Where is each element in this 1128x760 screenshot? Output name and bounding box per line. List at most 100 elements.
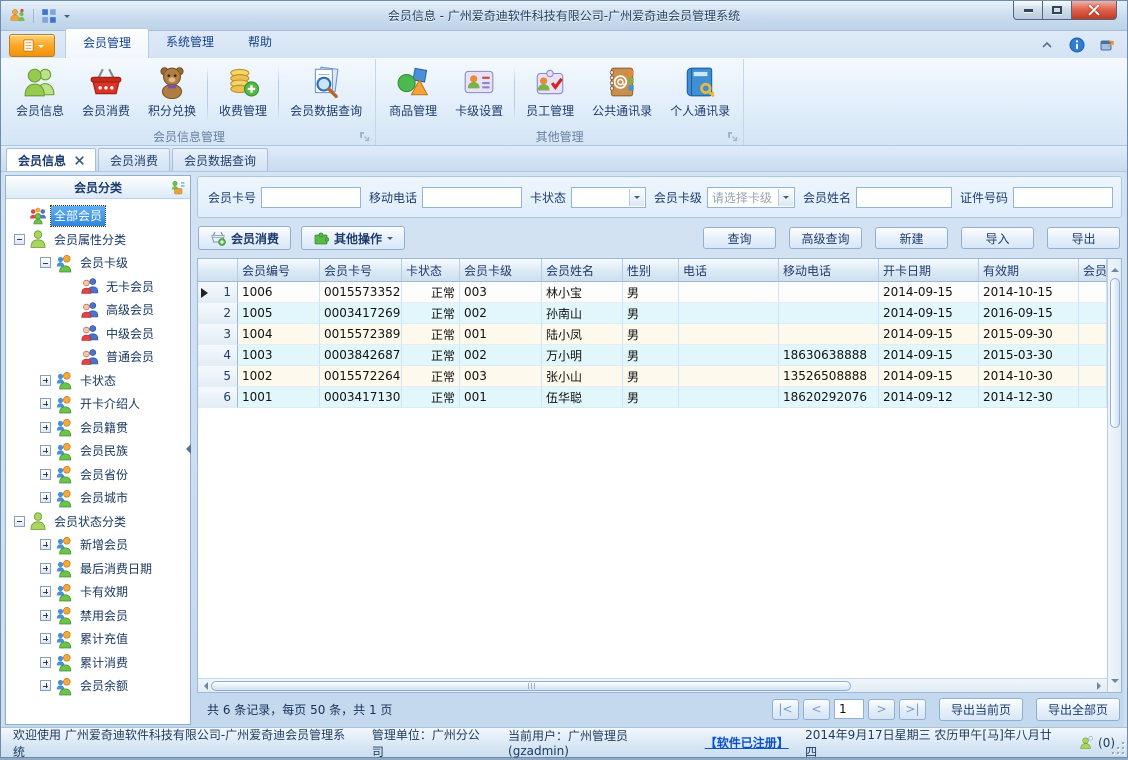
ribbon-button[interactable]: 商品管理 [380, 61, 446, 127]
tree-item[interactable]: 会员卡级 [6, 251, 190, 275]
ribbon-tab-1[interactable]: 会员管理 [65, 28, 149, 58]
ribbon-button[interactable]: 卡级设置 [446, 61, 512, 127]
ribbon-button[interactable]: 收费管理 [210, 61, 276, 127]
hscroll-thumb[interactable] [211, 681, 851, 691]
expand-icon[interactable] [40, 680, 51, 691]
row-selector[interactable]: 2 [198, 303, 238, 324]
next-page-button[interactable]: > [868, 699, 895, 720]
tree-item[interactable]: 会员城市 [6, 486, 190, 510]
expand-icon[interactable] [40, 375, 51, 386]
scroll-down-icon[interactable] [1111, 679, 1119, 687]
tree-item[interactable]: 会员籍贯 [6, 416, 190, 440]
column-header[interactable]: 性别 [623, 259, 679, 281]
filter-select[interactable] [571, 187, 646, 208]
category-options-icon[interactable] [170, 179, 186, 195]
action-button[interactable]: 导出 [1047, 227, 1120, 249]
toolbar-button[interactable]: 其他操作 [301, 226, 405, 250]
column-header[interactable]: 会员 [1079, 259, 1107, 281]
table-row[interactable]: 510020015572264正常003张小山男135265088882014-… [198, 366, 1107, 387]
column-header[interactable] [198, 259, 238, 281]
expand-icon[interactable] [40, 610, 51, 621]
scroll-up-icon[interactable] [1111, 264, 1119, 272]
row-selector[interactable]: 3 [198, 324, 238, 345]
horizontal-scrollbar[interactable] [198, 678, 1107, 692]
expand-icon[interactable] [40, 422, 51, 433]
column-header[interactable]: 开卡日期 [879, 259, 979, 281]
minimize-button[interactable] [1013, 1, 1043, 20]
ribbon-button[interactable]: 会员数据查询 [281, 61, 371, 127]
message-indicator[interactable]: (0) [1079, 735, 1115, 750]
expand-icon[interactable] [40, 492, 51, 503]
filter-select[interactable]: 请选择卡级 [707, 187, 795, 208]
tree-item[interactable]: 卡状态 [6, 369, 190, 393]
doc-tab-3[interactable]: 会员数据查询 [172, 148, 268, 171]
tree-item[interactable]: 会员属性分类 [6, 228, 190, 252]
tree-item[interactable]: 会员民族 [6, 439, 190, 463]
ribbon-button[interactable]: 会员消费 [73, 61, 139, 127]
expand-icon[interactable] [40, 539, 51, 550]
ribbon-button[interactable]: 会员信息 [7, 61, 73, 127]
vertical-scrollbar[interactable] [1107, 259, 1121, 692]
collapse-ribbon-icon[interactable] [1039, 37, 1055, 53]
qat-dropdown-arrow-icon[interactable] [64, 15, 70, 21]
action-button[interactable]: 导入 [961, 227, 1034, 249]
column-header[interactable]: 会员卡号 [320, 259, 402, 281]
column-header[interactable]: 有效期 [979, 259, 1079, 281]
column-header[interactable]: 卡状态 [402, 259, 460, 281]
column-header[interactable]: 会员编号 [238, 259, 320, 281]
column-header[interactable]: 电话 [679, 259, 779, 281]
expand-icon[interactable] [40, 586, 51, 597]
tree-item[interactable]: 普通会员 [6, 345, 190, 369]
page-number-input[interactable] [834, 699, 864, 719]
ribbon-button[interactable]: 员工管理 [517, 61, 583, 127]
column-header[interactable]: 会员卡级 [460, 259, 542, 281]
tree-item[interactable]: 中级会员 [6, 322, 190, 346]
vscroll-thumb[interactable] [1110, 278, 1120, 428]
chevron-down-icon[interactable] [778, 189, 793, 206]
tree-item[interactable]: 禁用会员 [6, 604, 190, 628]
filter-input[interactable] [856, 187, 952, 208]
expand-icon[interactable] [40, 633, 51, 644]
tree-item[interactable]: 新增会员 [6, 533, 190, 557]
splitter-collapse-icon[interactable] [181, 444, 191, 454]
info-icon[interactable] [1069, 37, 1085, 53]
scroll-left-icon[interactable] [200, 682, 208, 690]
tree-item[interactable]: 卡有效期 [6, 580, 190, 604]
filter-input[interactable] [1013, 187, 1113, 208]
table-row[interactable]: 410030003842687正常002万小明男186306388882014-… [198, 345, 1107, 366]
table-row[interactable]: 610010003417130正常001伍华聪男186202920762014-… [198, 387, 1107, 408]
filter-input[interactable] [422, 187, 522, 208]
ribbon-button[interactable]: 公共通讯录 [583, 61, 661, 127]
tree-item[interactable]: 累计消费 [6, 651, 190, 675]
ribbon-tab-2[interactable]: 系统管理 [149, 28, 231, 58]
application-menu-button[interactable] [9, 34, 55, 57]
prev-page-button[interactable]: < [803, 699, 830, 720]
ribbon-tab-3[interactable]: 帮助 [231, 28, 289, 58]
action-button[interactable]: 新建 [875, 227, 948, 249]
row-selector[interactable]: 6 [198, 387, 238, 408]
filter-input[interactable] [261, 187, 361, 208]
expand-icon[interactable] [40, 563, 51, 574]
row-selector[interactable]: 1 [198, 282, 238, 303]
close-tab-icon[interactable] [75, 156, 84, 165]
tree-item[interactable]: 累计充值 [6, 627, 190, 651]
table-row[interactable]: 110060015573352正常003林小宝男2014-09-152014-1… [198, 282, 1107, 303]
close-button[interactable] [1071, 1, 1117, 20]
action-button[interactable]: 查询 [703, 227, 776, 249]
action-button[interactable]: 高级查询 [789, 227, 862, 249]
collapse-icon[interactable] [40, 257, 51, 268]
column-header[interactable]: 会员姓名 [542, 259, 623, 281]
export-current-page-button[interactable]: 导出当前页 [939, 698, 1023, 721]
tree-item[interactable]: 开卡介绍人 [6, 392, 190, 416]
collapse-icon[interactable] [14, 234, 25, 245]
tree-item[interactable]: 会员省份 [6, 463, 190, 487]
row-selector[interactable]: 4 [198, 345, 238, 366]
expand-icon[interactable] [40, 398, 51, 409]
registered-link[interactable]: 【软件已注册】 [705, 734, 788, 751]
doc-tab-1[interactable]: 会员信息 [6, 148, 96, 171]
expand-icon[interactable] [40, 469, 51, 480]
tree-item[interactable]: 无卡会员 [6, 275, 190, 299]
export-all-pages-button[interactable]: 导出全部页 [1036, 698, 1120, 721]
chevron-down-icon[interactable] [629, 189, 644, 206]
tree-item[interactable]: 会员余额 [6, 674, 190, 698]
